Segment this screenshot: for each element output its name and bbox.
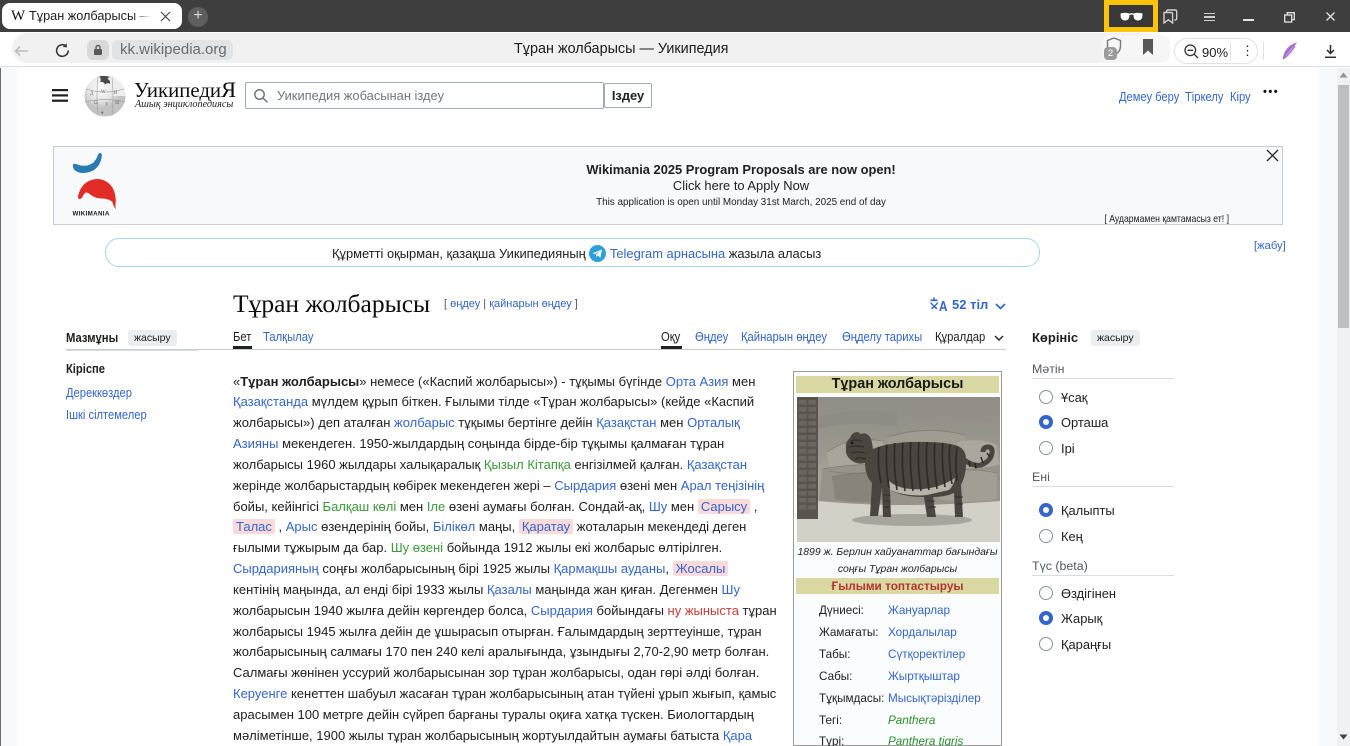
- svg-text:И: И: [114, 91, 118, 96]
- svg-text:WIKIMANIA: WIKIMANIA: [73, 211, 110, 218]
- svg-text:W: W: [101, 90, 106, 95]
- svg-text:Ω: Ω: [94, 101, 98, 106]
- svg-text:У: У: [105, 103, 109, 108]
- svg-text:Д: Д: [90, 92, 94, 97]
- svg-text:М: М: [115, 101, 120, 106]
- svg-text:♦: ♦: [101, 111, 104, 116]
